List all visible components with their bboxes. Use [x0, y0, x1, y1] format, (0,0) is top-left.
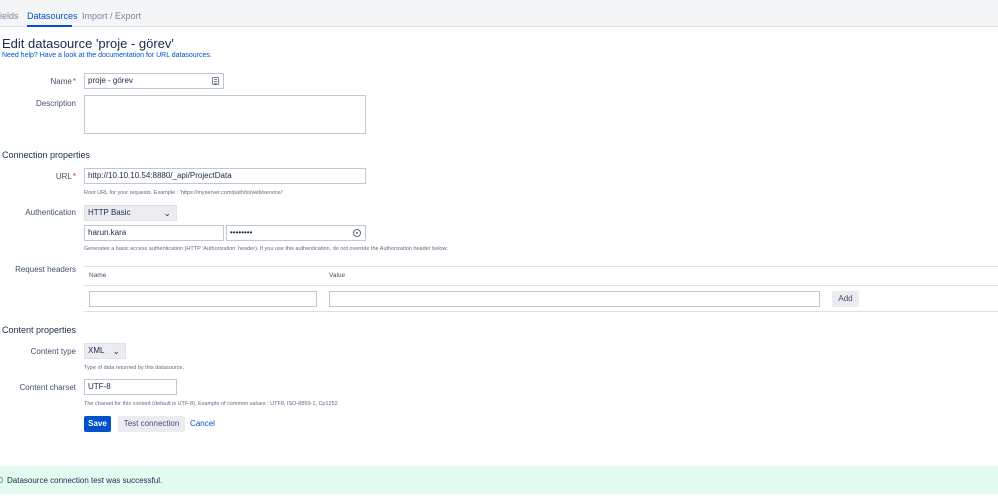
chevron-down-icon: ⌄ [112, 346, 120, 356]
headers-col-value: Value [329, 272, 346, 279]
description-field[interactable] [84, 95, 366, 134]
content-charset-label: Content charset [19, 383, 76, 392]
name-label: Name* [0, 77, 76, 86]
password-field[interactable]: •••••••• [226, 225, 366, 241]
password-manager-icon[interactable] [212, 77, 219, 85]
tab-fields[interactable]: ields [0, 11, 19, 21]
authentication-select-value: HTTP Basic [88, 208, 131, 217]
headers-col-name: Name [89, 272, 107, 279]
tab-datasources[interactable]: Datasources [27, 11, 78, 21]
authentication-select[interactable]: HTTP Basic ⌄ [84, 205, 177, 221]
required-marker: * [72, 77, 76, 86]
help-link[interactable]: Need help? Have a look at the documentat… [2, 52, 212, 59]
authentication-label: Authentication [25, 208, 76, 217]
success-icon [0, 477, 3, 483]
content-type-select-value: XML [88, 346, 105, 355]
tab-bar: ields Datasources Import / Export [0, 0, 998, 27]
description-label: Description [35, 99, 76, 108]
success-flag: Datasource connection test was successfu… [0, 466, 998, 494]
url-field[interactable]: http://10.10.10.54:8880/_api/ProjectData [84, 168, 366, 184]
tab-import-export[interactable]: Import / Export [82, 11, 141, 21]
page-title: Edit datasource 'proje - görev' [2, 36, 174, 51]
password-field-value: •••••••• [230, 228, 253, 237]
name-field-value: proje - görev [88, 76, 133, 85]
header-value-field[interactable] [329, 291, 820, 307]
name-label-text: Name [50, 77, 72, 86]
content-type-hint: Type of data returned by this datasource… [84, 365, 184, 371]
save-button[interactable]: Save [84, 416, 111, 432]
name-field[interactable]: proje - görev [84, 73, 224, 89]
cancel-button[interactable]: Cancel [188, 416, 217, 432]
request-headers-label: Request headers [15, 265, 76, 274]
divider [84, 285, 998, 286]
content-type-select[interactable]: XML ⌄ [84, 343, 126, 359]
content-charset-field[interactable]: UTF-8 [84, 379, 177, 395]
active-tab-indicator [27, 25, 72, 27]
show-password-icon[interactable] [353, 229, 361, 237]
test-connection-button[interactable]: Test connection [118, 416, 185, 432]
add-header-button[interactable]: Add [832, 291, 859, 307]
chevron-down-icon: ⌄ [163, 208, 171, 218]
content-section-title: Content properties [2, 325, 77, 335]
url-label-text: URL [55, 172, 72, 181]
connection-section-title: Connection properties [2, 150, 91, 160]
header-name-field[interactable] [89, 291, 317, 307]
username-field[interactable]: harun.kara [84, 225, 224, 241]
success-message: Datasource connection test was successfu… [7, 476, 163, 485]
content-charset-hint: The charset for this content (default is… [84, 401, 338, 407]
url-label: URL* [0, 172, 76, 181]
required-marker: * [72, 172, 76, 181]
auth-hint: Generates a basic access authentication … [84, 246, 448, 252]
content-type-label: Content type [30, 347, 76, 356]
url-hint: Root URL for your requests. Example : 'h… [84, 190, 284, 196]
